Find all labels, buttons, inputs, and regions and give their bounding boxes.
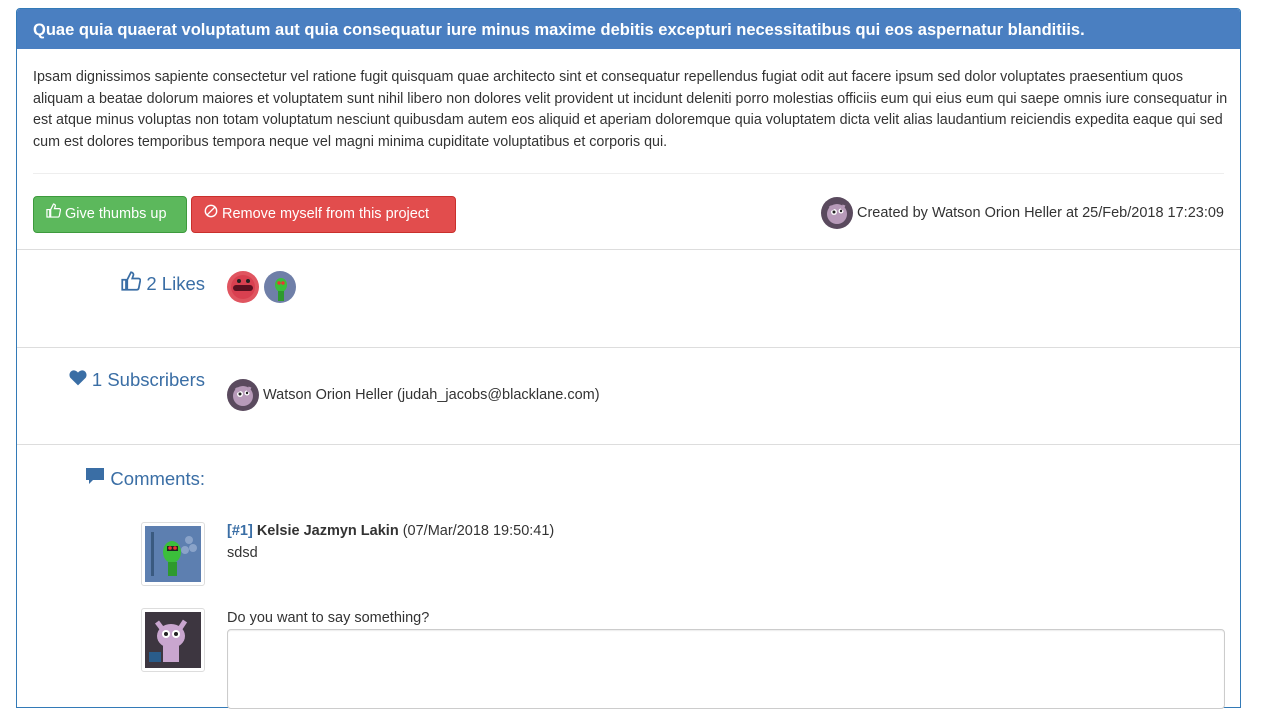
subscribers-label: 1 Subscribers [91,369,205,390]
thumbs-up-icon [121,271,142,296]
comments-heading: Comments: [85,467,205,490]
project-description: Ipsam dignissimos sapiente consectetur v… [33,69,1228,150]
thumbs-up-label: Give thumbs up [65,206,167,222]
comment-number[interactable]: [#1] [227,523,253,539]
created-by: Created by Watson Orion Heller at 25/Feb… [820,196,1224,230]
comment-author-avatar [141,522,205,586]
comment-prompt-label: Do you want to say something? [227,610,430,626]
created-by-text: Created by Watson Orion Heller at 25/Feb… [856,205,1224,221]
creator-avatar [820,197,853,229]
divider [17,347,1240,348]
divider [17,249,1240,250]
thumbs-up-icon [46,197,62,232]
subscriber-item: Watson Orion Heller (judah_jacobs@blackl… [227,379,600,411]
subscriber-text: Watson Orion Heller (judah_jacobs@blackl… [263,387,600,403]
divider [33,173,1224,174]
comment-icon [85,467,105,490]
subscribers-heading: 1 Subscribers [69,369,205,391]
comment-textarea[interactable] [227,629,1225,709]
heart-icon [69,369,87,391]
divider [17,444,1240,445]
current-user-avatar [141,608,205,672]
ban-icon [204,197,218,232]
liker-avatar[interactable] [227,271,259,303]
likes-avatar-list [227,271,296,303]
comment-body: sdsd [227,545,258,561]
remove-myself-label: Remove myself from this project [222,206,430,222]
comment-author: Kelsie Jazmyn Lakin [256,523,399,539]
subscriber-avatar [227,379,259,411]
remove-myself-button[interactable]: Remove myself from this project [191,196,456,233]
project-title: Quae quia quaerat voluptatum aut quia co… [17,9,1240,49]
comments-label: Comments: [110,467,205,489]
comment-meta: [#1] Kelsie Jazmyn Lakin (07/Mar/2018 19… [227,523,554,539]
project-panel: Quae quia quaerat voluptatum aut quia co… [16,8,1241,709]
likes-heading: 2 Likes [121,271,205,296]
comment-timestamp: (07/Mar/2018 19:50:41) [402,523,555,539]
liker-avatar[interactable] [264,271,296,303]
likes-label: 2 Likes [146,272,205,294]
thumbs-up-button[interactable]: Give thumbs up [33,196,187,233]
